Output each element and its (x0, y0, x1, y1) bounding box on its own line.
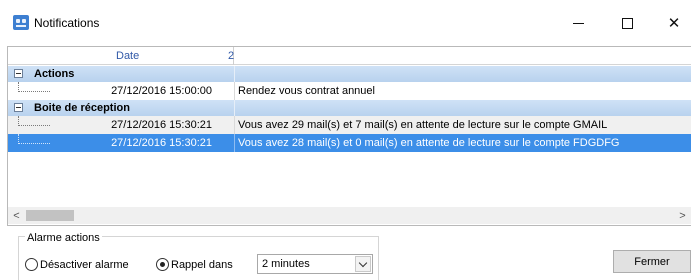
group-header-inbox[interactable]: Boite de réception (8, 100, 691, 116)
group-header-actions[interactable]: Actions (8, 66, 691, 82)
scrollbar-thumb[interactable] (26, 210, 74, 221)
row-message: Rendez vous contrat annuel (238, 85, 375, 97)
column-header-row: Date 2 (8, 47, 691, 65)
table-row[interactable]: 27/12/2016 15:30:21 Vous avez 29 mail(s)… (8, 116, 691, 134)
table-row-selected[interactable]: 27/12/2016 15:30:21 Vous avez 28 mail(s)… (8, 134, 691, 152)
maximize-icon (621, 17, 633, 29)
close-window-button[interactable]: ✕ (651, 8, 691, 38)
radio-label: Rappel dans (171, 258, 233, 271)
scroll-left-icon[interactable]: < (8, 207, 25, 224)
collapse-icon[interactable] (14, 69, 23, 78)
group-name: Actions (34, 68, 75, 80)
row-date: 27/12/2016 15:30:21 (111, 119, 212, 131)
radio-unchecked-icon[interactable] (25, 258, 38, 271)
row-date: 27/12/2016 15:00:00 (111, 85, 212, 97)
collapse-icon[interactable] (14, 103, 23, 112)
close-icon: ✕ (667, 13, 681, 32)
row-message: Vous avez 28 mail(s) et 0 mail(s) en att… (238, 137, 620, 149)
column-header-date-label: Date (116, 50, 140, 62)
minimize-icon (572, 22, 584, 24)
close-button[interactable]: Fermer (613, 250, 691, 273)
title-bar: Notifications ✕ (0, 0, 691, 40)
radio-checked-icon[interactable] (156, 258, 169, 271)
window-title: Notifications (34, 16, 100, 30)
row-message: Vous avez 29 mail(s) et 7 mail(s) en att… (238, 119, 608, 131)
minimize-button[interactable] (555, 8, 601, 38)
scroll-right-icon[interactable]: > (674, 207, 691, 224)
horizontal-scrollbar[interactable]: < > (8, 207, 691, 224)
radio-disable-alarm[interactable]: Désactiver alarme (25, 258, 129, 271)
column-header-date[interactable]: Date (8, 47, 234, 65)
select-value: 2 minutes (262, 258, 310, 270)
reminder-delay-select[interactable]: 2 minutes (257, 254, 373, 274)
maximize-button[interactable] (604, 8, 650, 38)
row-date: 27/12/2016 15:30:21 (111, 137, 212, 149)
notifications-grid[interactable]: Date 2 Actions 27/12/2016 15:00:00 Rende… (7, 46, 691, 226)
chevron-down-icon (358, 258, 368, 267)
radio-remind-in[interactable]: Rappel dans (156, 258, 233, 271)
alarm-group-label: Alarme actions (25, 232, 102, 244)
column-header-2[interactable]: 2 (228, 50, 234, 62)
dropdown-button[interactable] (355, 256, 371, 272)
group-name: Boite de réception (34, 102, 130, 114)
app-icon (13, 15, 29, 30)
table-row[interactable]: 27/12/2016 15:00:00 Rendez vous contrat … (8, 82, 691, 100)
radio-label: Désactiver alarme (40, 258, 129, 271)
